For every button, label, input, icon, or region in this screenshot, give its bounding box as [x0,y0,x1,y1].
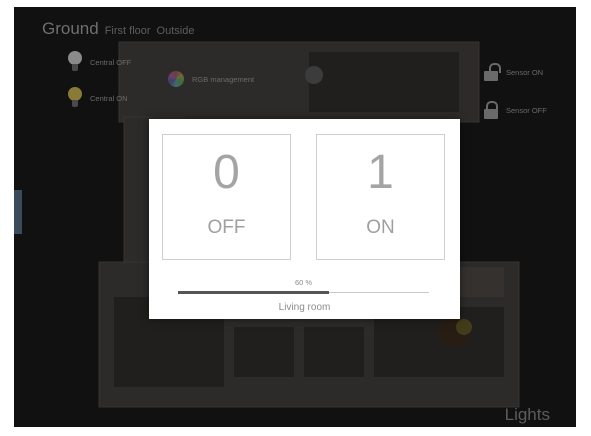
tab-outside[interactable]: Outside [157,25,195,37]
lock-closed-icon [484,101,498,119]
central-off-label: Central OFF [90,57,132,67]
sensor-on-control[interactable]: Sensor ON [484,63,543,81]
rgb-management-label: RGB management [192,74,255,84]
off-button[interactable]: 0 OFF [162,134,291,260]
tab-ground[interactable]: Ground [42,19,99,39]
lock-open-icon [484,63,501,81]
on-button[interactable]: 1 ON [316,134,445,260]
tab-first-floor[interactable]: First floor [105,25,151,37]
sensor-off-control[interactable]: Sensor OFF [484,101,547,119]
dimmer-fill [178,291,329,294]
sensor-off-label: Sensor OFF [506,105,547,115]
room-name: Living room [278,302,331,313]
dimmer-percent: 60 % [294,278,313,287]
on-value: 1 [367,146,394,199]
side-drawer-handle[interactable] [14,190,22,234]
central-on-control[interactable]: Central ON [68,87,128,109]
floor-tabs: Ground First floor Outside [42,19,194,39]
on-label: ON [366,217,395,238]
light-switch-dialog: 0 OFF 1 ON 60 % Living room [149,119,460,319]
sensor-on-label: Sensor ON [506,67,544,77]
rgb-wheel-icon [168,71,184,87]
central-off-control[interactable]: Central OFF [68,51,131,73]
off-value: 0 [213,146,240,199]
section-label: Lights [504,405,550,424]
bulb-icon [68,51,82,73]
dimmer-slider[interactable]: 60 % [178,278,429,294]
off-label: OFF [207,217,246,238]
bulb-icon [68,87,82,109]
rgb-management-control[interactable]: RGB management [168,71,254,87]
central-on-label: Central ON [90,93,128,103]
